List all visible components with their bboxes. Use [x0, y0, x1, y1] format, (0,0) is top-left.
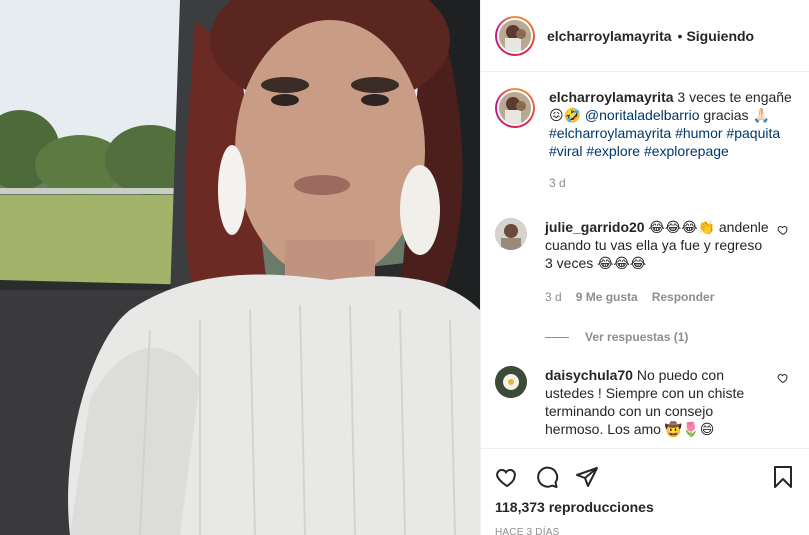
share-icon[interactable]: [575, 465, 599, 489]
comment-username[interactable]: julie_garrido20: [545, 219, 645, 235]
reply-button[interactable]: Responder: [652, 288, 715, 306]
hashtag-link[interactable]: #viral: [549, 143, 582, 159]
post-header: elcharroylamayrita • Siguiendo: [481, 0, 809, 72]
comment-username[interactable]: daisychula70: [545, 367, 633, 383]
comment-time[interactable]: 3 d: [545, 288, 562, 306]
author-avatar[interactable]: [495, 15, 535, 56]
post-dialog: elcharroylamayrita • Siguiendo elcharroy…: [0, 0, 809, 535]
video-player[interactable]: [0, 0, 480, 535]
hashtag-link[interactable]: #explore: [586, 143, 640, 159]
video-frame: [0, 0, 480, 535]
comment-like-heart-icon[interactable]: [777, 372, 789, 384]
hashtag-link[interactable]: #explorepage: [644, 143, 729, 159]
caption-avatar[interactable]: [495, 88, 535, 128]
hashtag-link[interactable]: #paquita: [726, 125, 780, 141]
comment-item: daisychula70 No puedo con ustedes ! Siem…: [495, 366, 795, 438]
post-sidebar: elcharroylamayrita • Siguiendo elcharroy…: [480, 0, 809, 535]
hashtag-link[interactable]: #humor: [675, 125, 722, 141]
heart-icon[interactable]: [495, 465, 519, 489]
commenter-avatar[interactable]: [495, 218, 527, 250]
view-count[interactable]: 118,373 reproducciones: [495, 499, 795, 515]
bookmark-icon[interactable]: [771, 465, 795, 489]
post-caption: elcharroylamayrita 3 veces te engañe 😖🤣 …: [495, 88, 795, 192]
view-replies-label: Ver respuestas (1): [585, 330, 689, 344]
caption-text: 3 veces te engañe: [677, 89, 792, 105]
view-replies-button[interactable]: Ver respuestas (1): [545, 330, 795, 344]
comment-icon[interactable]: [535, 465, 559, 489]
replies-divider: [545, 336, 569, 338]
comment-body: julie_garrido20 😂😂😂👏 andenle cuando tu v…: [545, 218, 770, 306]
caption-username[interactable]: elcharroylamayrita: [549, 89, 674, 105]
action-icons: [495, 457, 795, 497]
action-bar: 118,373 reproducciones HACE 3 DÍAS: [481, 448, 809, 535]
caption-emoji: 😖🤣: [549, 107, 582, 123]
separator-dot: •: [677, 27, 683, 44]
caption-pray-emoji: 🙏🏻: [752, 107, 770, 123]
caption-body: elcharroylamayrita 3 veces te engañe 😖🤣 …: [549, 88, 794, 192]
commenter-avatar[interactable]: [495, 366, 527, 398]
comment-likes[interactable]: 9 Me gusta: [576, 288, 638, 306]
author-username[interactable]: elcharroylamayrita: [547, 28, 672, 44]
comment-like-heart-icon[interactable]: [777, 224, 789, 236]
post-date[interactable]: HACE 3 DÍAS: [495, 527, 795, 535]
caption-thanks: gracias: [703, 107, 749, 123]
hashtag-link[interactable]: #elcharroylamayrita: [549, 125, 671, 141]
comments-list[interactable]: elcharroylamayrita 3 veces te engañe 😖🤣 …: [481, 72, 809, 448]
comment-body: daisychula70 No puedo con ustedes ! Siem…: [545, 366, 770, 438]
follow-status-button[interactable]: Siguiendo: [686, 28, 754, 44]
comment-meta: 3 d 9 Me gusta Responder: [545, 288, 770, 306]
mention-link[interactable]: @noritaladelbarrio: [585, 107, 700, 123]
caption-timestamp[interactable]: 3 d: [549, 174, 794, 192]
comment-item: julie_garrido20 😂😂😂👏 andenle cuando tu v…: [495, 218, 795, 306]
